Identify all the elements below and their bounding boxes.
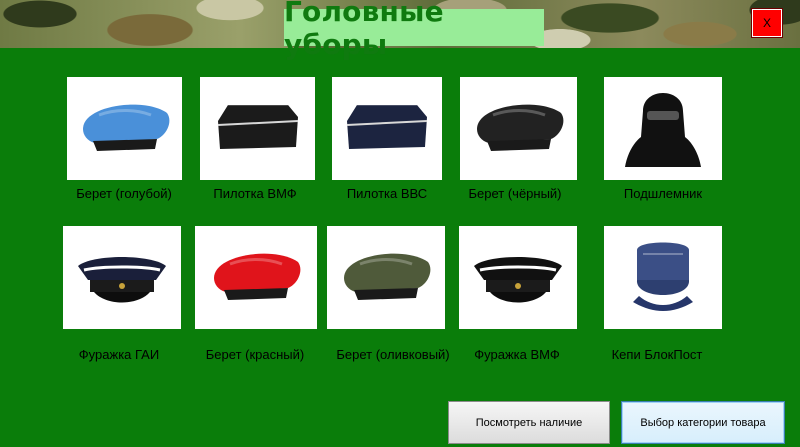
garrison-cap-icon	[208, 91, 308, 166]
balaclava-icon	[613, 81, 713, 176]
product-label: Подшлемник	[623, 186, 703, 201]
product-image[interactable]	[200, 77, 315, 180]
beret-icon	[75, 91, 175, 166]
product-image[interactable]	[332, 77, 442, 180]
close-label: X	[762, 16, 771, 30]
product-label: Берет (красный)	[205, 347, 305, 362]
beret-icon	[206, 240, 306, 315]
choose-category-label: Выбор категории товара	[640, 416, 766, 429]
product-label: Пилотка ВМФ	[213, 186, 297, 201]
peaked-cap-icon	[72, 240, 172, 315]
product-image[interactable]	[67, 77, 182, 180]
product-label: Берет (оливковый)	[336, 347, 450, 362]
product-label: Берет (голубой)	[76, 186, 172, 201]
product-image[interactable]	[63, 226, 181, 329]
product-label: Пилотка ВВС	[346, 186, 428, 201]
peaked-cap-icon	[468, 240, 568, 315]
beret-icon	[469, 91, 569, 166]
check-stock-label: Посмотреть наличие	[475, 416, 583, 429]
product-label: Берет (чёрный)	[468, 186, 562, 201]
garrison-cap-icon	[337, 91, 437, 166]
page-title-text: Головные уборы	[284, 0, 444, 61]
product-image[interactable]	[604, 77, 722, 180]
product-image[interactable]	[459, 226, 577, 329]
product-image[interactable]	[327, 226, 445, 329]
product-label: Фуражка ГАИ	[78, 347, 160, 362]
product-label: Кепи БлокПост	[611, 347, 703, 362]
product-image[interactable]	[604, 226, 722, 329]
page-title: Головные уборы	[284, 0, 544, 61]
product-image[interactable]	[195, 226, 317, 329]
field-cap-icon	[613, 230, 713, 325]
beret-icon	[336, 240, 436, 315]
check-stock-button[interactable]: Посмотреть наличие	[448, 401, 610, 444]
product-label: Фуражка ВМФ	[474, 347, 560, 362]
product-image[interactable]	[460, 77, 577, 180]
close-button[interactable]: X	[751, 8, 783, 38]
choose-category-button[interactable]: Выбор категории товара	[621, 401, 785, 444]
